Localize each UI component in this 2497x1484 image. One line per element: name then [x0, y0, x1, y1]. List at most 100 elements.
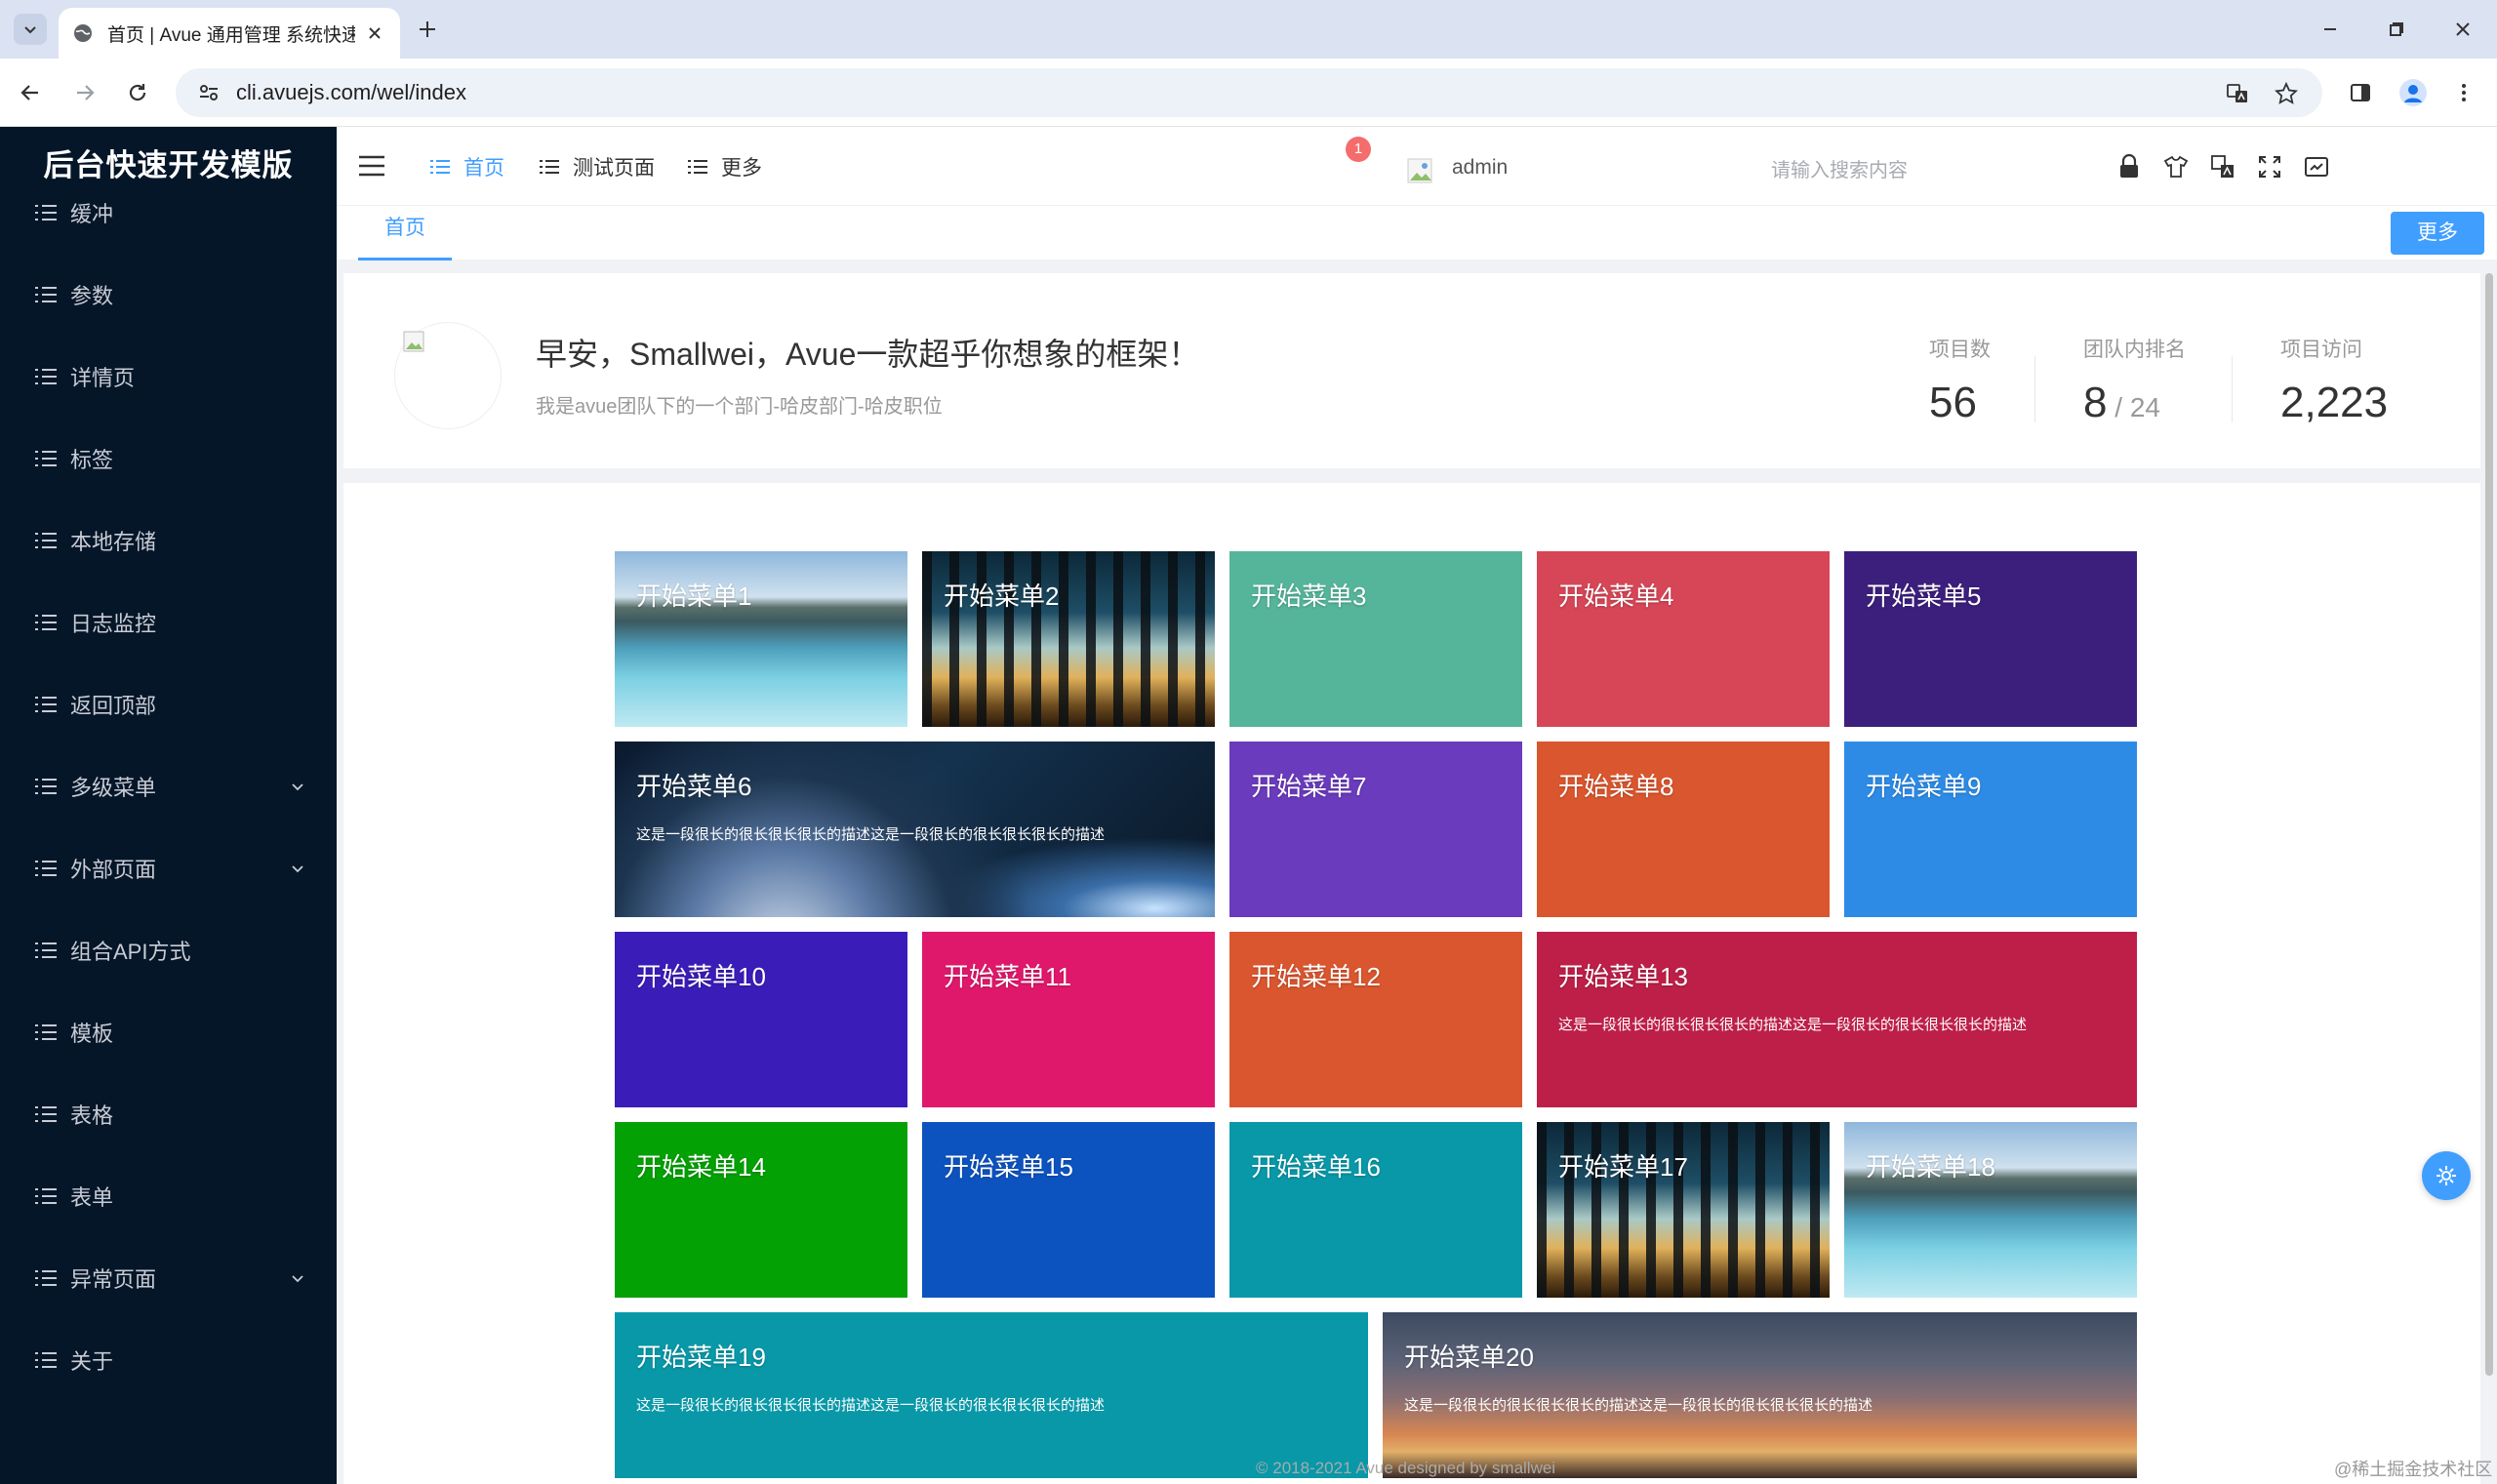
topnav-more[interactable]: 更多 [688, 154, 762, 180]
menu-tile[interactable]: 开始菜单4 [1537, 551, 1830, 727]
sidebar-item[interactable]: 标签 [0, 429, 337, 488]
sidebar-item[interactable]: 参数 [0, 265, 337, 324]
sidebar-item[interactable]: 日志监控 [0, 593, 337, 652]
translate-button[interactable] [2225, 81, 2250, 106]
side-panel-button[interactable] [2344, 76, 2377, 109]
lock-screen-button[interactable] [2114, 152, 2144, 181]
fullscreen-button[interactable] [2255, 152, 2284, 181]
sidebar-item-label: 返回顶部 [70, 694, 157, 718]
translate-icon [2211, 155, 2234, 178]
sidebar-item[interactable]: 详情页 [0, 347, 337, 406]
menu-tile-grid: 开始菜单1 开始菜单2 开始菜单3 开始菜单4 开始菜单5 开始菜单6 这是一段很长的很长很… [343, 483, 2480, 1484]
sidebar-item[interactable]: 缓冲 [0, 183, 337, 242]
menu-tile[interactable]: 开始菜单18 [1844, 1122, 2137, 1298]
profile-avatar-icon [2399, 79, 2427, 106]
menu-tile[interactable]: 开始菜单20 这是一段很长的很长很长很长的描述这是一段很长的很长很长很长的描述 [1383, 1312, 2137, 1478]
list-icon [35, 615, 57, 630]
menu-tile[interactable]: 开始菜单12 [1229, 932, 1522, 1107]
sidebar-item[interactable]: 本地存储 [0, 511, 337, 570]
menu-tile[interactable]: 开始菜单13 这是一段很长的很长很长很长的描述这是一段很长的很长很长很长的描述 [1537, 932, 2137, 1107]
back-button[interactable] [14, 76, 47, 109]
minimize-button[interactable] [2313, 14, 2348, 45]
tab-search-button[interactable] [14, 14, 47, 45]
menu-tile[interactable]: 开始菜单15 [922, 1122, 1215, 1298]
more-vertical-icon [2462, 84, 2466, 101]
gear-icon [2437, 1166, 2456, 1185]
tags-more-button[interactable]: 更多 [2391, 212, 2484, 255]
menu-tile[interactable]: 开始菜单11 [922, 932, 1215, 1107]
stat-value: 8 / 24 [2083, 379, 2160, 426]
menu-tile[interactable]: 开始菜单8 [1537, 742, 1830, 917]
user-avatar[interactable] [1405, 156, 1434, 185]
tile-title: 开始菜单19 [636, 1343, 766, 1372]
arrow-left-icon [20, 85, 38, 100]
tile-description: 这是一段很长的很长很长很长的描述这是一段很长的很长很长很长的描述 [1404, 1397, 1873, 1414]
stat-value: 2,223 [2280, 379, 2389, 426]
search-input[interactable]: 请输入搜索内容 [1771, 154, 1908, 182]
tile-title: 开始菜单16 [1251, 1152, 1381, 1182]
menu-tile[interactable]: 开始菜单17 [1537, 1122, 1830, 1298]
sidebar-item[interactable]: 外部页面 [0, 839, 337, 898]
sidebar-item[interactable]: 返回顶部 [0, 675, 337, 734]
menu-tile[interactable]: 开始菜单5 [1844, 551, 2137, 727]
sidebar-item-label: 标签 [70, 448, 114, 472]
sidebar-item-label: 关于 [70, 1349, 114, 1374]
settings-float-button[interactable] [2422, 1151, 2471, 1200]
list-icon [35, 369, 57, 384]
tile-title: 开始菜单15 [944, 1152, 1073, 1182]
sidebar-item-label: 参数 [70, 284, 114, 308]
username-label[interactable]: admin [1452, 156, 1508, 180]
forward-button[interactable] [68, 76, 101, 109]
tile-description: 这是一段很长的很长很长很长的描述这是一段很长的很长很长很长的描述 [636, 1397, 1106, 1414]
notification-badge: 1 [1346, 137, 1371, 162]
list-icon [35, 697, 57, 712]
browser-tab[interactable]: 首页 | Avue 通用管理 系统快速 [59, 8, 400, 59]
bookmark-button[interactable] [2274, 81, 2299, 106]
sidebar-item[interactable]: 多级菜单 [0, 757, 337, 816]
menu-tile[interactable]: 开始菜单16 [1229, 1122, 1522, 1298]
hamburger-menu-icon[interactable] [358, 154, 385, 178]
address-bar[interactable]: cli.avuejs.com/wel/index [176, 68, 2322, 117]
menu-tile[interactable]: 开始菜单9 [1844, 742, 2137, 917]
url-text: cli.avuejs.com/wel/index [236, 80, 466, 104]
tag-home[interactable]: 首页 [358, 206, 452, 261]
menu-tile[interactable]: 开始菜单19 这是一段很长的很长很长很长的描述这是一段很长的很长很长很长的描述 [615, 1312, 1368, 1478]
sidebar: 后台快速开发模版 缓冲 参数 详情页 标签 本地存储 日志监控 返回顶部 多级菜单 外部页面 组合… [0, 127, 337, 1484]
new-tab-button[interactable] [414, 16, 441, 43]
language-button[interactable] [2208, 152, 2237, 181]
sidebar-item-label: 多级菜单 [70, 776, 157, 800]
menu-tile[interactable]: 开始菜单3 [1229, 551, 1522, 727]
menu-tile[interactable]: 开始菜单6 这是一段很长的很长很长很长的描述这是一段很长的很长很长很长的描述 [615, 742, 1215, 917]
app-header: 首页 测试页面 更多 请输入搜索内容 1 admin [337, 127, 2497, 205]
browser-menu-button[interactable] [2447, 76, 2480, 109]
topnav-home[interactable]: 首页 [430, 154, 504, 180]
tab-close-button[interactable] [363, 21, 386, 45]
footer-copyright: © 2018-2021 Avue designed by smallwei [1256, 1459, 1556, 1477]
menu-tile[interactable]: 开始菜单10 [615, 932, 907, 1107]
sidebar-item[interactable]: 关于 [0, 1331, 337, 1389]
sidebar-item[interactable]: 模板 [0, 1003, 337, 1062]
sidebar-item[interactable]: 表格 [0, 1085, 337, 1143]
menu-tile[interactable]: 开始菜单2 [922, 551, 1215, 727]
tile-title: 开始菜单4 [1558, 582, 1674, 611]
restore-button[interactable] [2379, 14, 2414, 45]
topnav-test-page[interactable]: 测试页面 [540, 154, 655, 180]
reload-button[interactable] [121, 76, 154, 109]
error-log-button[interactable] [2302, 152, 2331, 181]
list-icon [540, 160, 559, 174]
menu-tile[interactable]: 开始菜单1 [615, 551, 907, 727]
close-window-button[interactable] [2445, 14, 2480, 45]
sidebar-item[interactable]: 异常页面 [0, 1249, 337, 1307]
menu-tile[interactable]: 开始菜单7 [1229, 742, 1522, 917]
page-scrollbar[interactable] [2485, 273, 2493, 1376]
stat-team-rank: 团队内排名 8 / 24 [2083, 334, 2186, 427]
profile-button[interactable] [2396, 76, 2430, 109]
tile-title: 开始菜单13 [1558, 962, 1688, 991]
tab-title: 首页 | Avue 通用管理 系统快速 [107, 24, 355, 46]
sidebar-item[interactable]: 表单 [0, 1167, 337, 1225]
menu-tile[interactable]: 开始菜单14 [615, 1122, 907, 1298]
tile-description: 这是一段很长的很长很长很长的描述这是一段很长的很长很长很长的描述 [636, 826, 1106, 843]
sidebar-item[interactable]: 组合API方式 [0, 921, 337, 980]
browser-tab-bar: 首页 | Avue 通用管理 系统快速 [0, 0, 2497, 59]
theme-button[interactable] [2161, 152, 2191, 181]
